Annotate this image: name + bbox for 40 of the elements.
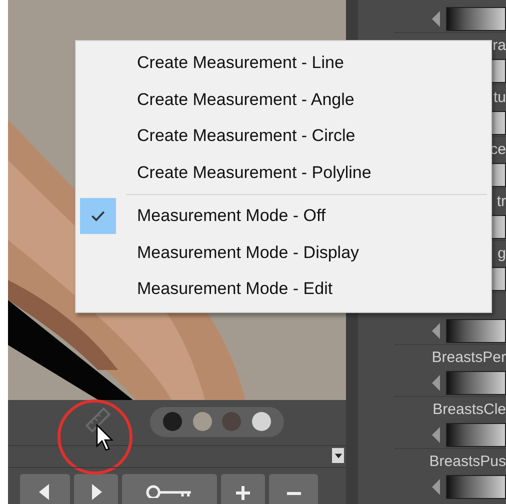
ruler-icon[interactable] [84, 406, 112, 434]
plus-icon [236, 486, 250, 500]
property-label: BreastsCle [432, 401, 506, 418]
menu-item[interactable]: Create Measurement - Circle [76, 118, 491, 154]
property-label: g [498, 245, 506, 262]
property-label: tu [493, 89, 506, 106]
caret-icon [334, 450, 342, 460]
menu-item[interactable]: Create Measurement - Line [76, 45, 491, 82]
color-swatch[interactable] [163, 412, 182, 432]
property-label: BreastsPer [432, 349, 506, 366]
key-button[interactable] [122, 474, 217, 504]
decrement-arrow-icon[interactable] [432, 11, 440, 27]
decrement-arrow-icon[interactable] [432, 427, 440, 443]
slider-track[interactable] [446, 371, 506, 395]
dropdown-button[interactable] [332, 448, 344, 463]
property-label: ra [492, 37, 506, 54]
slider-track[interactable] [446, 7, 506, 31]
menu-item[interactable]: Measurement Mode - Off [76, 198, 491, 234]
decrement-arrow-icon[interactable] [432, 479, 440, 495]
checkmark-icon [91, 210, 105, 222]
menu-item[interactable]: Create Measurement - Angle [76, 82, 491, 118]
color-swatch[interactable] [192, 412, 212, 432]
slider-track[interactable] [446, 319, 506, 343]
property-label: BreastsPus [429, 453, 506, 470]
next-button[interactable] [74, 474, 118, 504]
menu-item[interactable]: Measurement Mode - Display [76, 234, 491, 271]
cursor-icon [96, 424, 114, 452]
color-swatch[interactable] [222, 412, 242, 432]
menu-item[interactable]: Measurement Mode - Edit [76, 271, 491, 308]
decrement-arrow-icon[interactable] [432, 323, 440, 339]
remove-button[interactable] [269, 474, 318, 504]
add-button[interactable] [221, 474, 265, 504]
previous-button[interactable] [20, 474, 70, 504]
color-swatch[interactable] [252, 412, 271, 432]
minus-icon [286, 492, 300, 495]
menu-item[interactable]: Create Measurement - Polyline [76, 154, 491, 191]
decrement-arrow-icon[interactable] [432, 375, 440, 391]
slider-track[interactable] [446, 475, 506, 499]
property-label: tr [496, 193, 506, 210]
slider-track[interactable] [446, 423, 506, 447]
